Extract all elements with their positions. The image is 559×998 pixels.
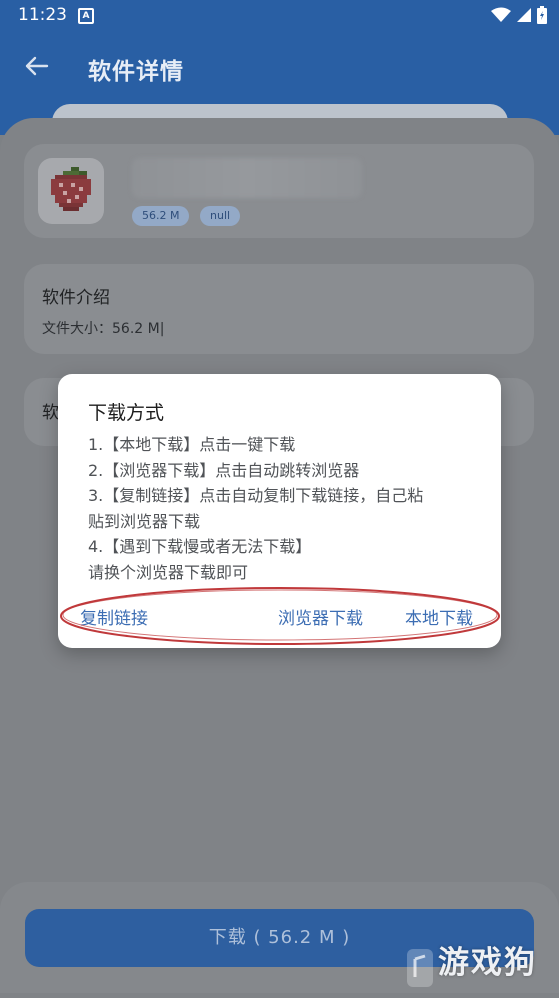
notification-icon: A [78, 8, 94, 24]
signal-icon [517, 8, 531, 22]
back-arrow-icon[interactable] [22, 52, 50, 80]
strawberry-icon [51, 167, 91, 211]
dialog-line: 4.【遇到下载慢或者无法下载】 [88, 537, 312, 556]
watermark-text: 游戏狗 [438, 945, 537, 981]
status-bar: 11:23 A [0, 0, 559, 32]
copy-link-button[interactable]: 复制链接 [80, 604, 148, 629]
dialog-line: 请换个浏览器下载即可 [88, 562, 249, 582]
status-icons [491, 6, 547, 24]
dialog-line: 贴到浏览器下载 [88, 511, 201, 531]
wifi-icon [491, 7, 511, 22]
size-chip: 56.2 M [132, 206, 190, 226]
app-icon [38, 158, 104, 224]
dialog-title: 下载方式 [88, 402, 165, 424]
browser-download-button[interactable]: 浏览器下载 [278, 604, 363, 629]
intro-title: 软件介绍 [42, 288, 110, 308]
file-size-text: 文件大小：56.2 M| [42, 321, 165, 337]
status-time: 11:23 [18, 5, 67, 25]
extra-chip: null [200, 206, 241, 226]
app-info-card: 56.2 M null [24, 144, 534, 238]
local-download-button[interactable]: 本地下载 [405, 604, 473, 629]
dialog-line: 2.【浏览器下载】点击自动跳转浏览器 [88, 460, 360, 480]
software-intro-card: 软件介绍 文件大小：56.2 M| [24, 264, 534, 354]
dialog-body: 1.【本地下载】点击一键下载 2.【浏览器下载】点击自动跳转浏览器 3.【复制链… [88, 432, 488, 585]
dialog-line: 3.【复制链接】点击自动复制下载链接，自己粘 [88, 486, 424, 505]
app-name-redacted [132, 158, 362, 198]
page-title: 软件详情 [88, 59, 184, 85]
partially-hidden-card-label: 软 [42, 403, 59, 423]
dialog-line: 1.【本地下载】点击一键下载 [88, 435, 296, 454]
download-method-dialog: 下载方式 1.【本地下载】点击一键下载 2.【浏览器下载】点击自动跳转浏览器 3… [58, 374, 501, 648]
battery-icon [537, 6, 547, 24]
